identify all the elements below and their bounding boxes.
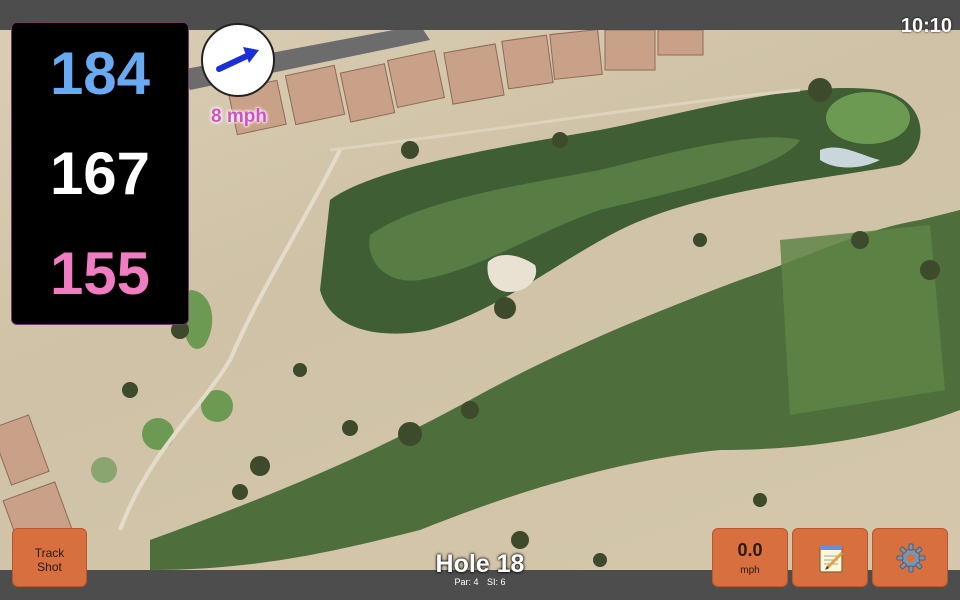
clock: 10:10 bbox=[900, 15, 952, 37]
notepad-icon bbox=[819, 545, 844, 573]
speed-button[interactable]: 0.0 mph bbox=[712, 528, 788, 587]
wind-direction-dial bbox=[201, 23, 275, 97]
hole-title: Hole 18 bbox=[435, 550, 525, 578]
back-distance: 184 bbox=[49, 40, 151, 107]
front-distance: 155 bbox=[49, 240, 151, 307]
middle-distance: 167 bbox=[49, 140, 151, 207]
hole-info: Par: 4 SI: 6 bbox=[400, 577, 560, 588]
gear-icon bbox=[896, 543, 926, 573]
track-shot-label: Track Shot bbox=[34, 546, 65, 574]
wind-arrow-icon bbox=[216, 47, 259, 72]
speed-unit: mph bbox=[740, 565, 760, 576]
hole-stroke-index: SI: 6 bbox=[487, 577, 506, 587]
notes-button[interactable] bbox=[792, 528, 868, 587]
distance-panel: 184 167 155 bbox=[11, 22, 189, 325]
speed-value: 0.0 bbox=[737, 540, 763, 560]
hole-par: Par: 4 bbox=[454, 577, 479, 587]
settings-button[interactable] bbox=[872, 528, 948, 587]
wind-speed: 8 mph bbox=[211, 106, 267, 127]
track-shot-button[interactable]: Track Shot bbox=[12, 528, 87, 587]
